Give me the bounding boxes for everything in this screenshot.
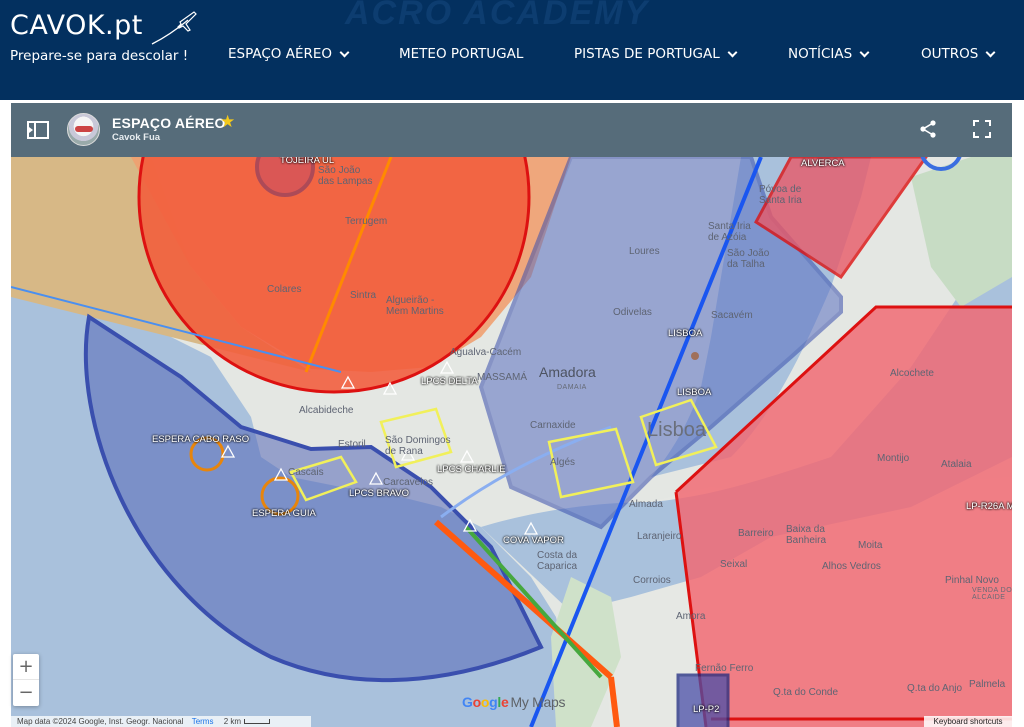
zone-label: ESPERA CABO RASO xyxy=(152,434,250,445)
place-label: Estoril xyxy=(338,439,366,450)
scale-bar xyxy=(244,719,271,725)
scale-label[interactable]: 2 km xyxy=(224,717,241,726)
nav-label: NOTÍCIAS xyxy=(788,46,853,62)
place-label: Costa da Caparica xyxy=(537,550,578,572)
place-label: Lisboa xyxy=(647,419,706,441)
place-label: Amadora xyxy=(539,364,596,380)
google-logo-letter: G xyxy=(462,694,473,710)
place-label: São João da Talha xyxy=(727,248,770,270)
place-label: Alhos Vedros xyxy=(822,561,881,572)
place-label: Laranjeiro xyxy=(637,531,682,542)
keyboard-shortcuts-button[interactable]: Keyboard shortcuts xyxy=(924,716,1012,727)
place-label: Carnaxide xyxy=(530,420,576,431)
nav-pistas-de-portugal[interactable]: PISTAS DE PORTUGAL xyxy=(574,46,738,62)
zone-label: ALVERCA xyxy=(801,158,845,169)
nav-meteo-portugal[interactable]: METEO PORTUGAL xyxy=(399,46,523,62)
place-label: São João das Lampas xyxy=(318,165,373,187)
place-label: Corroios xyxy=(633,575,671,586)
embedded-map[interactable]: ESPAÇO AÉREO ★ Cavok Fua TOJEIRA UL ALVE… xyxy=(11,103,1012,727)
zone-label: LP-P2 xyxy=(693,704,720,715)
place-label: Almada xyxy=(629,499,663,510)
chevron-down-icon xyxy=(985,47,996,57)
place-label: Póvoa de Santa Iria xyxy=(759,184,802,206)
place-label: Seixal xyxy=(720,559,748,570)
nav-label: METEO PORTUGAL xyxy=(399,46,524,62)
zoom-controls: + − xyxy=(13,654,39,706)
zone-label: ESPERA GUIA xyxy=(252,508,316,519)
map-attribution: Map data ©2024 Google, Inst. Geogr. Naci… xyxy=(11,716,311,727)
site-header: ACRO ACADEMY CAVOK.pt Prepare-se para de… xyxy=(0,0,1024,100)
share-icon[interactable] xyxy=(918,119,938,139)
place-label: Q.ta do Conde xyxy=(773,687,839,698)
map-title: ESPAÇO AÉREO xyxy=(112,115,226,131)
nav-label: OUTROS xyxy=(921,46,979,62)
place-label: Odivelas xyxy=(613,307,652,318)
place-label: Agualva-Cacém xyxy=(450,347,522,358)
google-my-maps-logo[interactable]: Google My Maps xyxy=(462,694,565,710)
place-label: Cascais xyxy=(288,467,324,478)
place-label: Barreiro xyxy=(738,528,774,539)
place-label: Pinhal Novo xyxy=(945,575,999,586)
map-author: Cavok Fua xyxy=(112,132,161,143)
map-avatar xyxy=(67,113,100,146)
chevron-down-icon xyxy=(339,47,350,57)
nav-label: ESPAÇO AÉREO xyxy=(228,46,333,62)
nav-label: PISTAS DE PORTUGAL xyxy=(574,46,720,62)
zone-label: LISBOA xyxy=(668,328,703,339)
google-logo-letter: o xyxy=(472,694,482,710)
place-label: Carcavelos xyxy=(383,477,434,488)
sidebar-toggle-icon[interactable] xyxy=(27,120,49,140)
google-logo-letter: o xyxy=(480,694,490,710)
banner-ad-text[interactable]: ACRO ACADEMY xyxy=(345,0,649,33)
zone-label: COVA VAPOR xyxy=(503,535,564,546)
place-label: Moita xyxy=(858,540,883,551)
place-label: Santa Iria de Azóia xyxy=(708,221,751,243)
zone-label: LPCS BRAVO xyxy=(349,488,410,499)
place-label: Sacavém xyxy=(711,310,753,321)
place-label: Algés xyxy=(550,457,576,468)
attribution-text: Map data ©2024 Google, Inst. Geogr. Naci… xyxy=(17,717,184,726)
place-label: Alcochete xyxy=(890,368,934,379)
zone-label: LPCS CHARLIE xyxy=(437,464,506,475)
place-label: VENDA DO ALCAIDE xyxy=(972,587,1012,601)
zone-label: LPCS DELTA xyxy=(421,376,478,387)
logo-title: CAVOK.pt xyxy=(10,10,143,41)
place-label: Colares xyxy=(267,284,302,295)
place-label: Loures xyxy=(629,246,660,257)
map-toolbar: ESPAÇO AÉREO ★ Cavok Fua xyxy=(11,103,1012,157)
place-label: Amora xyxy=(676,611,706,622)
place-label: MASSAMÁ xyxy=(477,372,528,383)
place-label: Alcabideche xyxy=(299,405,354,416)
nav-outros[interactable]: OUTROS xyxy=(921,46,996,62)
place-label: Q.ta do Anjo xyxy=(907,683,963,694)
place-label: Montijo xyxy=(877,453,910,464)
chevron-down-icon xyxy=(859,47,870,57)
google-logo-letter: e xyxy=(500,694,509,710)
place-label: Palmela xyxy=(969,679,1006,690)
zone-label: LISBOA xyxy=(677,387,712,398)
place-label: Terrugem xyxy=(345,216,388,227)
nav-noticias[interactable]: NOTÍCIAS xyxy=(788,46,870,62)
plane-icon xyxy=(151,11,197,45)
place-label: Baixa da Banheira xyxy=(786,524,827,546)
chevron-down-icon xyxy=(727,47,738,57)
star-icon[interactable]: ★ xyxy=(220,112,235,132)
main-nav: ESPAÇO AÉREO METEO PORTUGAL PISTAS DE PO… xyxy=(0,46,1024,66)
place-label: Sintra xyxy=(350,290,377,301)
zoom-out-button[interactable]: − xyxy=(13,680,39,706)
zone-label: LP-R26A M xyxy=(966,501,1012,512)
nav-espaco-aereo[interactable]: ESPAÇO AÉREO xyxy=(228,46,350,62)
place-label: Algueirão - Mem Martins xyxy=(386,295,444,317)
my-maps-text: My Maps xyxy=(510,694,566,710)
place-label: São Domingos de Rana xyxy=(385,435,451,457)
place-label: DAMAIA xyxy=(557,384,587,391)
zoom-in-button[interactable]: + xyxy=(13,654,39,680)
place-label: Atalaia xyxy=(941,459,972,470)
terms-link[interactable]: Terms xyxy=(192,717,214,726)
place-label: Fernão Ferro xyxy=(695,663,754,674)
fullscreen-icon[interactable] xyxy=(972,119,992,139)
